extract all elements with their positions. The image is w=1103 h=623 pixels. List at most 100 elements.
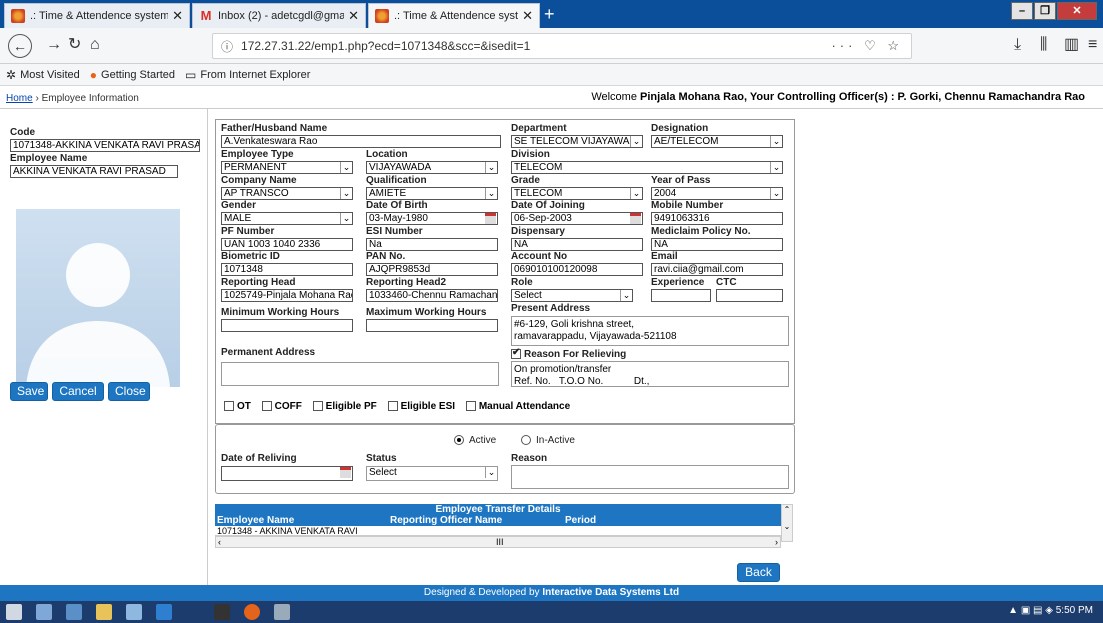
back-button[interactable]: Back	[737, 563, 780, 582]
coff-checkbox[interactable]	[261, 401, 272, 412]
pf-field[interactable]: UAN 1003 1040 2336	[221, 238, 353, 251]
manual-attendance-checkbox[interactable]	[465, 401, 476, 412]
cancel-button[interactable]: Cancel	[52, 382, 104, 401]
library-icon[interactable]: ⫼	[1040, 36, 1047, 54]
tab-time-attendance-1[interactable]: .: Time & Attendence system :. ✕	[4, 3, 190, 28]
explorer-icon[interactable]	[36, 604, 52, 620]
forward-arrow-icon[interactable]: →	[46, 36, 62, 54]
dispensary-field[interactable]: NA	[511, 238, 643, 251]
biometric-field[interactable]: 1071348	[221, 263, 353, 276]
manual-attendance-option[interactable]: Manual Attendance	[465, 401, 570, 412]
max-working-hours-field[interactable]	[366, 319, 498, 332]
save-button[interactable]: Save	[10, 382, 48, 401]
reload-icon[interactable]: ↻	[68, 36, 81, 54]
reason-field[interactable]	[511, 465, 789, 489]
ot-option[interactable]: OT	[224, 401, 251, 412]
vscode-icon[interactable]	[156, 604, 172, 620]
scroll-right-icon[interactable]: ›	[775, 537, 778, 547]
location-select[interactable]: VIJAYAWADA ⌄	[366, 161, 498, 174]
folder-icon[interactable]	[96, 604, 112, 620]
permanent-address-field[interactable]	[221, 362, 499, 386]
app-icon[interactable]	[126, 604, 142, 620]
tray-icons[interactable]: ▲ ▣ ▤ ◈	[1008, 605, 1056, 616]
close-tab-icon[interactable]: ✕	[172, 8, 183, 24]
employee-type-select[interactable]: PERMANENT ⌄	[221, 161, 353, 174]
terminal-icon[interactable]	[214, 604, 230, 620]
app-icon[interactable]	[274, 604, 290, 620]
active-option[interactable]: Active	[454, 435, 496, 446]
gender-select[interactable]: MALE ⌄	[221, 212, 353, 225]
scroll-down-icon[interactable]: ⌄	[782, 522, 792, 531]
scroll-thumb[interactable]: III	[496, 537, 504, 547]
department-select[interactable]: SE TELECOM VIJAYAWAD ⌄	[511, 135, 643, 148]
eligible-esi-checkbox[interactable]	[387, 401, 398, 412]
back-arrow-icon[interactable]: ←	[8, 34, 32, 58]
home-icon[interactable]: ⌂	[90, 36, 100, 54]
vertical-scrollbar[interactable]: ⌃ ⌄	[781, 504, 793, 542]
eligible-pf-checkbox[interactable]	[312, 401, 323, 412]
horizontal-scrollbar[interactable]: ‹ III ›	[215, 536, 781, 548]
email-field[interactable]: ravi.ciia@gmail.com	[651, 263, 783, 276]
account-field[interactable]: 069010100120098	[511, 263, 643, 276]
mobile-field[interactable]: 9491063316	[651, 212, 783, 225]
eligible-pf-option[interactable]: Eligible PF	[312, 401, 377, 412]
dob-field[interactable]: 03-May-1980	[366, 212, 498, 225]
status-select[interactable]: Select ⌄	[366, 466, 498, 481]
min-working-hours-field[interactable]	[221, 319, 353, 332]
sidebar-icon[interactable]: ▥	[1064, 36, 1079, 54]
coff-option[interactable]: COFF	[261, 401, 302, 412]
menu-icon[interactable]: ≡	[1088, 36, 1097, 54]
pan-field[interactable]: AJQPR9853d	[366, 263, 498, 276]
close-tab-icon[interactable]: ✕	[522, 8, 533, 24]
bookmark-most-visited[interactable]: ✲ Most Visited	[6, 68, 80, 82]
calendar-icon[interactable]	[630, 213, 641, 224]
download-icon[interactable]: ⤓	[1014, 36, 1021, 54]
close-window-icon[interactable]: ✕	[1057, 2, 1097, 20]
close-tab-icon[interactable]: ✕	[348, 8, 359, 24]
division-select[interactable]: TELECOM ⌄	[511, 161, 783, 174]
reporting-head2-field[interactable]: 1033460-Chennu Ramachan	[366, 289, 498, 302]
ot-checkbox[interactable]	[224, 401, 234, 412]
mediclaim-field[interactable]: NA	[651, 238, 783, 251]
role-select[interactable]: Select ⌄	[511, 289, 633, 302]
father-name-field[interactable]: A.Venkateswara Rao	[221, 135, 501, 148]
firefox-icon[interactable]	[244, 604, 260, 620]
bookmark-getting-started[interactable]: ● Getting Started	[90, 68, 175, 82]
maximize-icon[interactable]: ❐	[1034, 2, 1056, 20]
page-actions-icon[interactable]: ··· ♡ ☆	[831, 38, 903, 54]
info-icon[interactable]: ⓘ	[221, 38, 233, 55]
qualification-select[interactable]: AMIETE ⌄	[366, 187, 498, 200]
ctc-field[interactable]	[716, 289, 783, 302]
minimize-icon[interactable]: –	[1011, 2, 1033, 20]
windows-start-icon[interactable]	[6, 604, 22, 620]
experience-field[interactable]	[651, 289, 711, 302]
inactive-option[interactable]: In-Active	[521, 435, 575, 446]
scroll-up-icon[interactable]: ⌃	[782, 505, 792, 514]
esi-field[interactable]: Na	[366, 238, 498, 251]
home-link[interactable]: Home	[6, 93, 33, 104]
tab-time-attendance-2[interactable]: .: Time & Attendence system :. ✕	[368, 3, 540, 28]
close-button[interactable]: Close	[108, 382, 150, 401]
url-bar[interactable]: ⓘ 172.27.31.22/emp1.php?ecd=1071348&scc=…	[212, 33, 912, 59]
bookmark-from-ie[interactable]: ▭ From Internet Explorer	[185, 68, 310, 82]
calendar-icon[interactable]	[340, 467, 351, 478]
app-icon[interactable]	[66, 604, 82, 620]
reason-relieving-field[interactable]: On promotion/transfer Ref. No. T.O.O No.…	[511, 361, 789, 387]
designation-select[interactable]: AE/TELECOM ⌄	[651, 135, 783, 148]
present-address-field[interactable]: #6-129, Goli krishna street, ramavarappa…	[511, 316, 789, 346]
active-radio[interactable]	[454, 435, 464, 446]
doj-field[interactable]: 06-Sep-2003	[511, 212, 643, 225]
reason-relieving-checkbox[interactable]	[511, 347, 521, 360]
eligible-esi-option[interactable]: Eligible ESI	[387, 401, 455, 412]
employee-name-field[interactable]: AKKINA VENKATA RAVI PRASAD	[10, 165, 178, 178]
reporting-head-field[interactable]: 1025749-Pinjala Mohana Rao	[221, 289, 353, 302]
scroll-left-icon[interactable]: ‹	[218, 537, 221, 547]
date-of-reliving-field[interactable]	[221, 466, 353, 481]
grade-select[interactable]: TELECOM ⌄	[511, 187, 643, 200]
new-tab-icon[interactable]: +	[544, 5, 555, 23]
table-row[interactable]: 1071348 - AKKINA VENKATA RAVI	[215, 526, 781, 536]
inactive-radio[interactable]	[521, 435, 531, 446]
calendar-icon[interactable]	[485, 213, 496, 224]
company-select[interactable]: AP TRANSCO ⌄	[221, 187, 353, 200]
code-field[interactable]: 1071348-AKKINA VENKATA RAVI PRASAD	[10, 139, 200, 152]
